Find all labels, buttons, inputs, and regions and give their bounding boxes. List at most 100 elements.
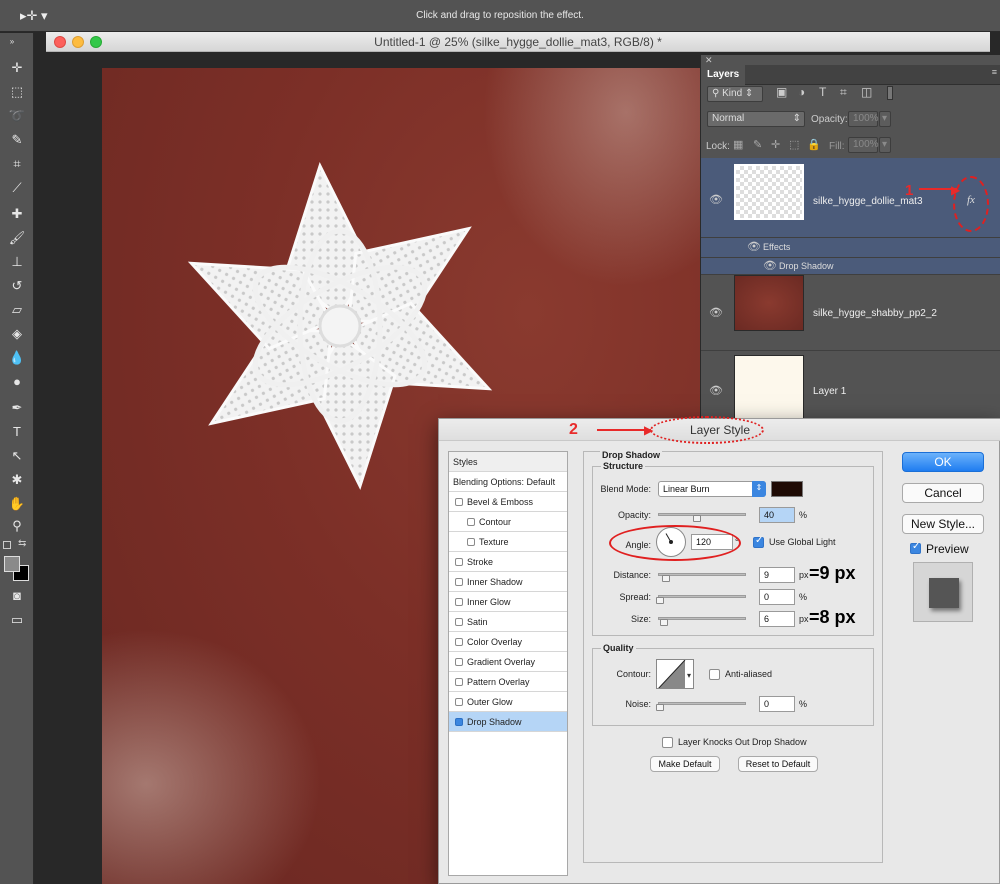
visibility-eye-icon[interactable]: 👁 (763, 261, 777, 272)
style-item[interactable]: Inner Shadow (449, 572, 567, 592)
use-global-light-checkbox[interactable] (753, 535, 764, 548)
healing-brush-tool-icon[interactable]: ✚ (7, 205, 27, 223)
visibility-eye-icon[interactable]: 👁 (747, 242, 761, 253)
layer-row[interactable]: 👁 Layer 1 (701, 351, 1000, 421)
default-colors-icon[interactable] (3, 541, 11, 549)
path-select-tool-icon[interactable]: ↖ (7, 447, 27, 465)
anti-aliased-checkbox[interactable] (709, 669, 720, 680)
pixel-filter-icon[interactable]: ▣ (776, 85, 787, 99)
smart-object-filter-icon[interactable]: ◫ (861, 85, 872, 99)
style-item-checkbox[interactable] (455, 598, 463, 606)
cancel-button[interactable]: Cancel (902, 483, 984, 503)
adjustment-filter-icon[interactable]: ◑ (798, 85, 805, 99)
style-item[interactable]: Pattern Overlay (449, 672, 567, 692)
visibility-eye-icon[interactable]: 👁 (709, 308, 723, 319)
type-filter-icon[interactable]: T (819, 85, 826, 99)
close-window-button[interactable] (54, 36, 66, 48)
effects-row[interactable]: 👁 Effects (701, 238, 1000, 258)
layer-name[interactable]: Layer 1 (813, 386, 846, 397)
make-default-button[interactable]: Make Default (650, 756, 720, 772)
eyedropper-tool-icon[interactable]: ⟋ (7, 179, 27, 197)
lock-position-icon[interactable]: ✛ (771, 138, 780, 151)
opacity-slider-knob[interactable] (693, 515, 701, 522)
style-item-checkbox[interactable] (455, 658, 463, 666)
crop-tool-icon[interactable]: ⌗ (7, 155, 27, 173)
zoom-window-button[interactable] (90, 36, 102, 48)
size-field[interactable]: 6 (759, 611, 795, 627)
style-item[interactable]: Bevel & Emboss (449, 492, 567, 512)
noise-slider[interactable] (658, 702, 746, 705)
eraser-tool-icon[interactable]: ▱ (7, 301, 27, 319)
screen-mode-icon[interactable]: ▭ (7, 611, 27, 629)
style-item-checkbox[interactable] (455, 678, 463, 686)
type-tool-icon[interactable]: T (7, 423, 27, 441)
ok-button[interactable]: OK (902, 452, 984, 472)
lock-transparency-icon[interactable]: ▦ (733, 138, 743, 151)
style-item-checkbox[interactable] (455, 558, 463, 566)
hand-tool-icon[interactable]: ✋ (7, 495, 27, 513)
tab-layers[interactable]: Layers (701, 65, 746, 85)
style-item[interactable]: Stroke (449, 552, 567, 572)
reset-to-default-button[interactable]: Reset to Default (738, 756, 818, 772)
preview-checkbox[interactable] (910, 541, 921, 554)
brush-tool-icon[interactable]: 🖌 (7, 229, 27, 247)
foreground-color-swatch[interactable] (4, 556, 20, 572)
lock-pixels-icon[interactable]: ✎ (753, 138, 762, 151)
layer-row[interactable]: 👁 silke_hygge_shabby_pp2_2 (701, 275, 1000, 351)
opacity-slider[interactable] (658, 513, 746, 516)
distance-field[interactable]: 9 (759, 567, 795, 583)
marquee-tool-icon[interactable]: ⬚ (7, 83, 27, 101)
zoom-tool-icon[interactable]: ⚲ (7, 517, 27, 535)
visibility-eye-icon[interactable]: 👁 (709, 386, 723, 397)
clone-stamp-tool-icon[interactable]: ⊥ (7, 253, 27, 271)
lasso-tool-icon[interactable]: ➰ (7, 107, 27, 125)
swap-colors-icon[interactable]: ⇆ (18, 538, 26, 549)
layer-fill-field[interactable]: 100% (848, 137, 879, 153)
collapse-icon[interactable]: » (2, 33, 22, 51)
minimize-window-button[interactable] (72, 36, 84, 48)
use-global-light-label[interactable]: Use Global Light (769, 537, 836, 547)
style-item[interactable]: Contour (449, 512, 567, 532)
knocks-out-label[interactable]: Layer Knocks Out Drop Shadow (678, 737, 807, 747)
blending-options-item[interactable]: Blending Options: Default (449, 472, 567, 492)
panel-menu-icon[interactable]: ≡ (992, 67, 997, 77)
distance-slider[interactable] (658, 573, 746, 576)
dodge-tool-icon[interactable]: ● (7, 373, 27, 391)
visibility-eye-icon[interactable]: 👁 (709, 195, 723, 206)
quick-mask-icon[interactable]: ◙ (7, 587, 27, 605)
style-item[interactable]: Drop Shadow (449, 712, 567, 732)
move-tool-icon[interactable]: ✛ (7, 59, 27, 77)
style-item-checkbox[interactable] (455, 498, 463, 506)
style-item[interactable]: Satin (449, 612, 567, 632)
chevron-down-icon[interactable]: ▾ (879, 137, 891, 153)
pen-tool-icon[interactable]: ✒ (7, 399, 27, 417)
style-item[interactable]: Gradient Overlay (449, 652, 567, 672)
style-item[interactable]: Inner Glow (449, 592, 567, 612)
noise-field[interactable]: 0 (759, 696, 795, 712)
filter-toggle[interactable] (887, 86, 893, 100)
style-item-checkbox[interactable] (455, 618, 463, 626)
effect-row-drop-shadow[interactable]: 👁 Drop Shadow (701, 258, 1000, 275)
layer-name[interactable]: silke_hygge_shabby_pp2_2 (813, 308, 937, 319)
knocks-out-checkbox[interactable] (662, 737, 673, 748)
new-style-button[interactable]: New Style... (902, 514, 984, 534)
spread-slider[interactable] (658, 595, 746, 598)
style-item-checkbox[interactable] (455, 578, 463, 586)
styles-header[interactable]: Styles (449, 452, 567, 472)
size-slider-knob[interactable] (660, 619, 668, 626)
contour-picker[interactable]: ▾ (656, 659, 694, 689)
quick-select-tool-icon[interactable]: ✎ (7, 131, 27, 149)
distance-slider-knob[interactable] (662, 575, 670, 582)
paint-bucket-tool-icon[interactable]: ◈ (7, 325, 27, 343)
blur-tool-icon[interactable]: 💧 (7, 349, 27, 367)
spread-field[interactable]: 0 (759, 589, 795, 605)
preview-label[interactable]: Preview (926, 542, 969, 556)
custom-shape-tool-icon[interactable]: ✱ (7, 471, 27, 489)
filter-kind-select[interactable]: ⚲ Kind ⇕ (707, 86, 763, 102)
style-item-checkbox[interactable] (455, 638, 463, 646)
noise-slider-knob[interactable] (656, 704, 664, 711)
layer-opacity-field[interactable]: 100% (848, 111, 879, 127)
style-item-checkbox[interactable] (467, 518, 475, 526)
opacity-field[interactable]: 40 (759, 507, 795, 523)
blend-mode-select[interactable]: Normal ⇕ (707, 111, 805, 127)
